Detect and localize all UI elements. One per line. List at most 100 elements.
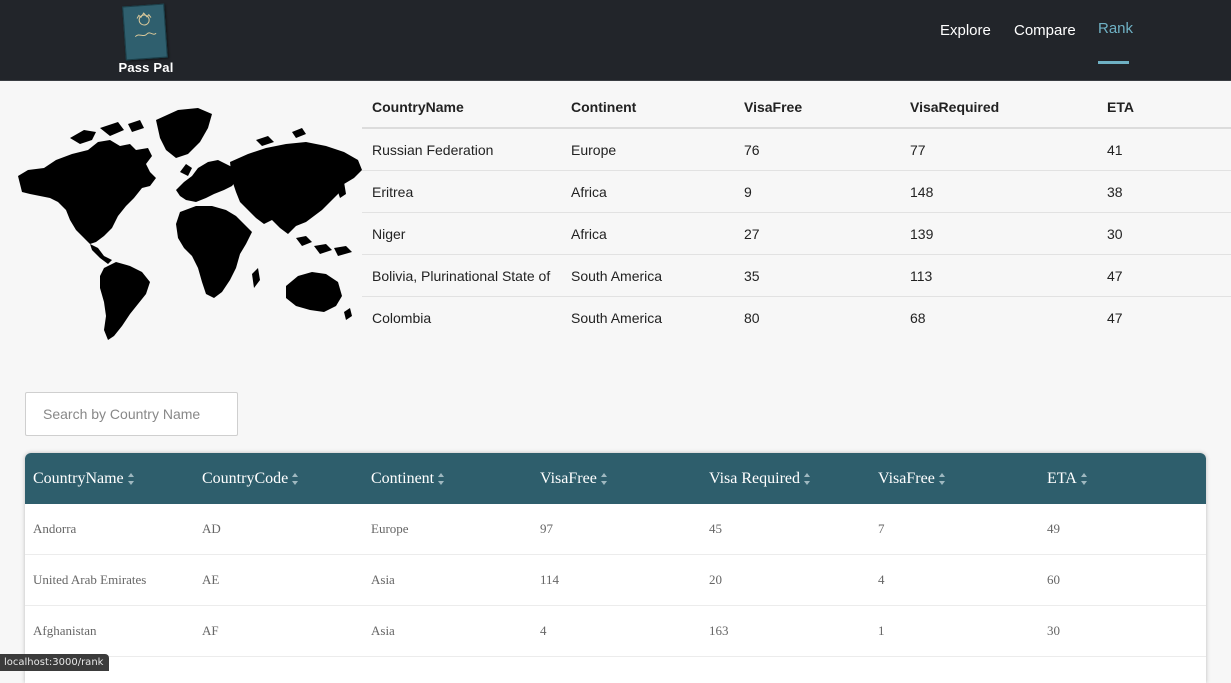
table-row: Eritrea Africa 9 148 38 xyxy=(362,171,1231,213)
column-header: ETA xyxy=(1097,86,1231,128)
brand-name: Pass Pal xyxy=(110,60,182,75)
table-cell: South America xyxy=(561,297,734,339)
sort-icon xyxy=(127,472,135,486)
nav-link-rank[interactable]: Rank xyxy=(1098,20,1133,37)
table-cell: 114 xyxy=(532,555,701,606)
table-cell: 77 xyxy=(900,128,1097,171)
sort-icon xyxy=(600,472,608,486)
table-cell xyxy=(194,657,363,683)
search-input[interactable] xyxy=(25,392,238,436)
table-cell: 76 xyxy=(734,128,900,171)
table-cell: Afghanistan xyxy=(25,606,194,657)
sort-icon xyxy=(291,472,299,486)
table-cell: 45 xyxy=(701,504,870,555)
table-cell: 30 xyxy=(1039,606,1206,657)
sortable-column-header[interactable]: CountryName xyxy=(25,453,194,504)
table-cell: 80 xyxy=(734,297,900,339)
table-cell: Europe xyxy=(363,504,532,555)
table-cell: United Arab Emirates xyxy=(25,555,194,606)
countries-table-container: CountryName CountryCode Continent VisaFr… xyxy=(25,453,1206,683)
table-row: Afghanistan AF Asia 4 163 1 30 xyxy=(25,606,1206,657)
sortable-column-header[interactable]: Continent xyxy=(363,453,532,504)
sortable-column-header[interactable]: CountryCode xyxy=(194,453,363,504)
table-cell: South America xyxy=(561,255,734,297)
table-cell: 9 xyxy=(734,171,900,213)
table-cell: 148 xyxy=(900,171,1097,213)
countries-table: CountryName CountryCode Continent VisaFr… xyxy=(25,453,1206,683)
column-header-label: CountryName xyxy=(33,470,124,487)
world-map-icon xyxy=(0,98,365,343)
table-cell xyxy=(870,657,1039,683)
column-header: CountryName xyxy=(362,86,561,128)
table-row: Niger Africa 27 139 30 xyxy=(362,213,1231,255)
nav-link-compare[interactable]: Compare xyxy=(1014,22,1076,39)
column-header: VisaFree xyxy=(734,86,900,128)
table-cell: Eritrea xyxy=(362,171,561,213)
sort-icon xyxy=(938,472,946,486)
table-header-row: CountryName CountryCode Continent VisaFr… xyxy=(25,453,1206,504)
table-cell: 7 xyxy=(870,504,1039,555)
table-row xyxy=(25,657,1206,683)
table-cell: Colombia xyxy=(362,297,561,339)
table-cell: Russian Federation xyxy=(362,128,561,171)
table-cell: 27 xyxy=(734,213,900,255)
table-cell: Niger xyxy=(362,213,561,255)
table-cell: Andorra xyxy=(25,504,194,555)
table-cell: Bolivia, Plurinational State of xyxy=(362,255,561,297)
table-cell: 30 xyxy=(1097,213,1231,255)
column-header: Continent xyxy=(561,86,734,128)
table-cell: Asia xyxy=(363,555,532,606)
table-row: Andorra AD Europe 97 45 7 49 xyxy=(25,504,1206,555)
table-row: United Arab Emirates AE Asia 114 20 4 60 xyxy=(25,555,1206,606)
sortable-column-header[interactable]: VisaFree xyxy=(532,453,701,504)
table-cell: 20 xyxy=(701,555,870,606)
table-cell: 139 xyxy=(900,213,1097,255)
table-row: Russian Federation Europe 76 77 41 xyxy=(362,128,1231,171)
table-cell: Africa xyxy=(561,213,734,255)
table-cell xyxy=(363,657,532,683)
table-cell: Asia xyxy=(363,606,532,657)
table-cell: 113 xyxy=(900,255,1097,297)
table-cell: 97 xyxy=(532,504,701,555)
table-cell: AD xyxy=(194,504,363,555)
top-rank-table: CountryName Continent VisaFree VisaRequi… xyxy=(362,86,1231,338)
sort-icon xyxy=(437,472,445,486)
table-cell: 60 xyxy=(1039,555,1206,606)
sortable-column-header[interactable]: Visa Required xyxy=(701,453,870,504)
brand-home-link[interactable]: Pass Pal xyxy=(110,4,182,76)
table-cell: Europe xyxy=(561,128,734,171)
table-cell: 35 xyxy=(734,255,900,297)
active-tab-indicator xyxy=(1098,61,1129,64)
table-cell: Africa xyxy=(561,171,734,213)
table-cell: 1 xyxy=(870,606,1039,657)
passport-logo-icon xyxy=(122,4,168,61)
nav-link-explore[interactable]: Explore xyxy=(940,22,991,39)
sortable-column-header[interactable]: VisaFree xyxy=(870,453,1039,504)
column-header-label: Continent xyxy=(371,470,434,487)
column-header-label: VisaFree xyxy=(878,470,935,487)
column-header-label: Visa Required xyxy=(709,470,800,487)
column-header: VisaRequired xyxy=(900,86,1097,128)
table-cell: 4 xyxy=(870,555,1039,606)
table-cell: 41 xyxy=(1097,128,1231,171)
column-header-label: ETA xyxy=(1047,470,1077,487)
table-cell: 49 xyxy=(1039,504,1206,555)
navbar: Pass Pal Explore Compare Rank xyxy=(0,0,1231,81)
column-header-label: VisaFree xyxy=(540,470,597,487)
table-cell: 47 xyxy=(1097,255,1231,297)
table-cell xyxy=(701,657,870,683)
table-cell xyxy=(532,657,701,683)
status-bar-url: localhost:3000/rank xyxy=(0,654,109,671)
sortable-column-header[interactable]: ETA xyxy=(1039,453,1206,504)
table-cell xyxy=(1039,657,1206,683)
table-row: Bolivia, Plurinational State of South Am… xyxy=(362,255,1231,297)
column-header-label: CountryCode xyxy=(202,470,288,487)
table-cell: 68 xyxy=(900,297,1097,339)
sort-icon xyxy=(803,472,811,486)
table-cell: AE xyxy=(194,555,363,606)
table-cell: 47 xyxy=(1097,297,1231,339)
sort-icon xyxy=(1080,472,1088,486)
table-cell: AF xyxy=(194,606,363,657)
table-row: Colombia South America 80 68 47 xyxy=(362,297,1231,339)
table-cell: 4 xyxy=(532,606,701,657)
